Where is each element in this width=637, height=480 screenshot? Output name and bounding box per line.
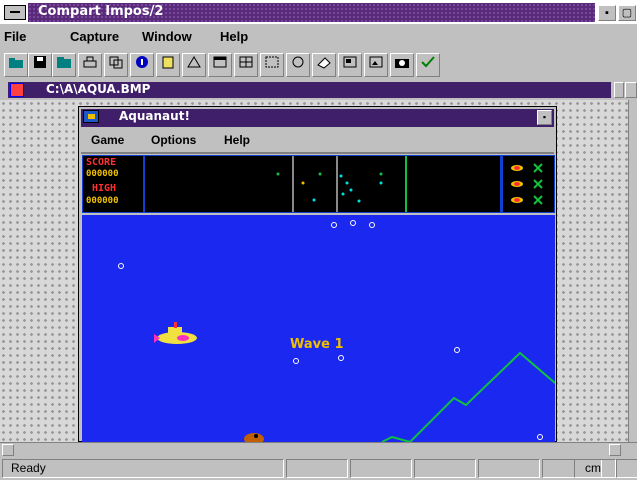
check-icon[interactable] [416,53,440,77]
status-panel-3 [414,459,476,478]
scroll-left-button[interactable] [2,444,14,456]
toolbar [0,50,637,80]
player-submarine [154,322,197,344]
info-icon[interactable] [130,53,154,77]
aquanaut-menu-bar: Game Options Help [81,129,554,151]
score-label: SCORE [86,157,117,168]
app-title: Compart Impos/2 [38,4,164,19]
maximize-button[interactable]: ▢ [618,5,636,21]
aquanaut-close-button[interactable]: ▪ [537,110,552,125]
lives-indicator [511,163,543,205]
score-panel: SCORE 000000 HIGH 000000 [83,156,143,212]
copy-icon[interactable] [104,53,128,77]
unit-panel: cm [574,459,616,478]
status-panel-1 [286,459,348,478]
life-1 [511,163,543,173]
menu-capture[interactable]: Capture [70,29,119,44]
document-icon[interactable] [10,83,24,97]
menu-window[interactable]: Window [142,29,192,44]
desktop-icon[interactable] [364,53,388,77]
save-icon[interactable] [28,53,52,77]
status-panel-end [616,459,637,478]
camera-icon[interactable] [390,53,414,77]
status-bar: Ready cm [0,456,637,480]
menu-bar: File Capture Window Help [0,26,637,48]
document-minimize-button[interactable] [614,82,624,98]
status-text: Ready [11,461,46,475]
folder-icon[interactable] [52,53,76,77]
menu-file[interactable]: File [4,29,26,44]
document-title: C:\A\AQUA.BMP [46,82,151,96]
status-text-panel: Ready [2,459,284,478]
menu-help[interactable]: Help [220,29,248,44]
high-value: 000000 [86,196,119,206]
aquanaut-window: Aquanaut! ▪ Game Options Help SCORE 0000… [78,106,557,442]
radar-scanner [276,156,407,212]
unit-text: cm [585,461,601,475]
submarine-icon[interactable] [83,110,99,123]
high-label: HIGH [92,183,117,194]
lives-panel [503,156,554,212]
game-field[interactable]: Wave 1 [82,215,555,442]
vertical-scrollbar[interactable] [628,100,637,442]
clipboard-icon[interactable] [156,53,180,77]
menu-options[interactable]: Options [151,133,196,147]
scroll-right-button[interactable] [609,444,621,456]
frame-icon[interactable] [338,53,362,77]
minimize-button[interactable]: ▪ [598,5,616,21]
game-hud: SCORE 000000 HIGH 000000 [82,155,555,213]
region-icon[interactable] [260,53,284,77]
wave-label: Wave 1 [290,337,344,352]
window-icon[interactable] [208,53,232,77]
open-icon[interactable] [4,53,28,77]
enemy-creature [244,433,264,442]
status-panel-2 [350,459,412,478]
status-panel-4 [478,459,540,478]
aquanaut-title: Aquanaut! [119,109,190,123]
grid-icon[interactable] [234,53,258,77]
score-value: 000000 [86,169,119,179]
print-icon[interactable] [78,53,102,77]
document-maximize-button[interactable] [625,82,637,98]
system-menu-button[interactable] [4,5,26,20]
menu-game[interactable]: Game [91,133,124,147]
app-title-bar: Compart Impos/2 ▪ ▢ [0,0,637,24]
horizontal-scrollbar[interactable] [0,442,637,456]
menu-aqua-help[interactable]: Help [224,133,250,147]
life-3 [511,195,543,205]
radar-panel [145,156,500,212]
life-2 [511,179,543,189]
document-title-bar: C:\A\AQUA.BMP [0,80,637,100]
paste-icon[interactable] [182,53,206,77]
circle-icon[interactable] [286,53,310,77]
menu-separator [81,152,554,154]
eraser-icon[interactable] [312,53,336,77]
